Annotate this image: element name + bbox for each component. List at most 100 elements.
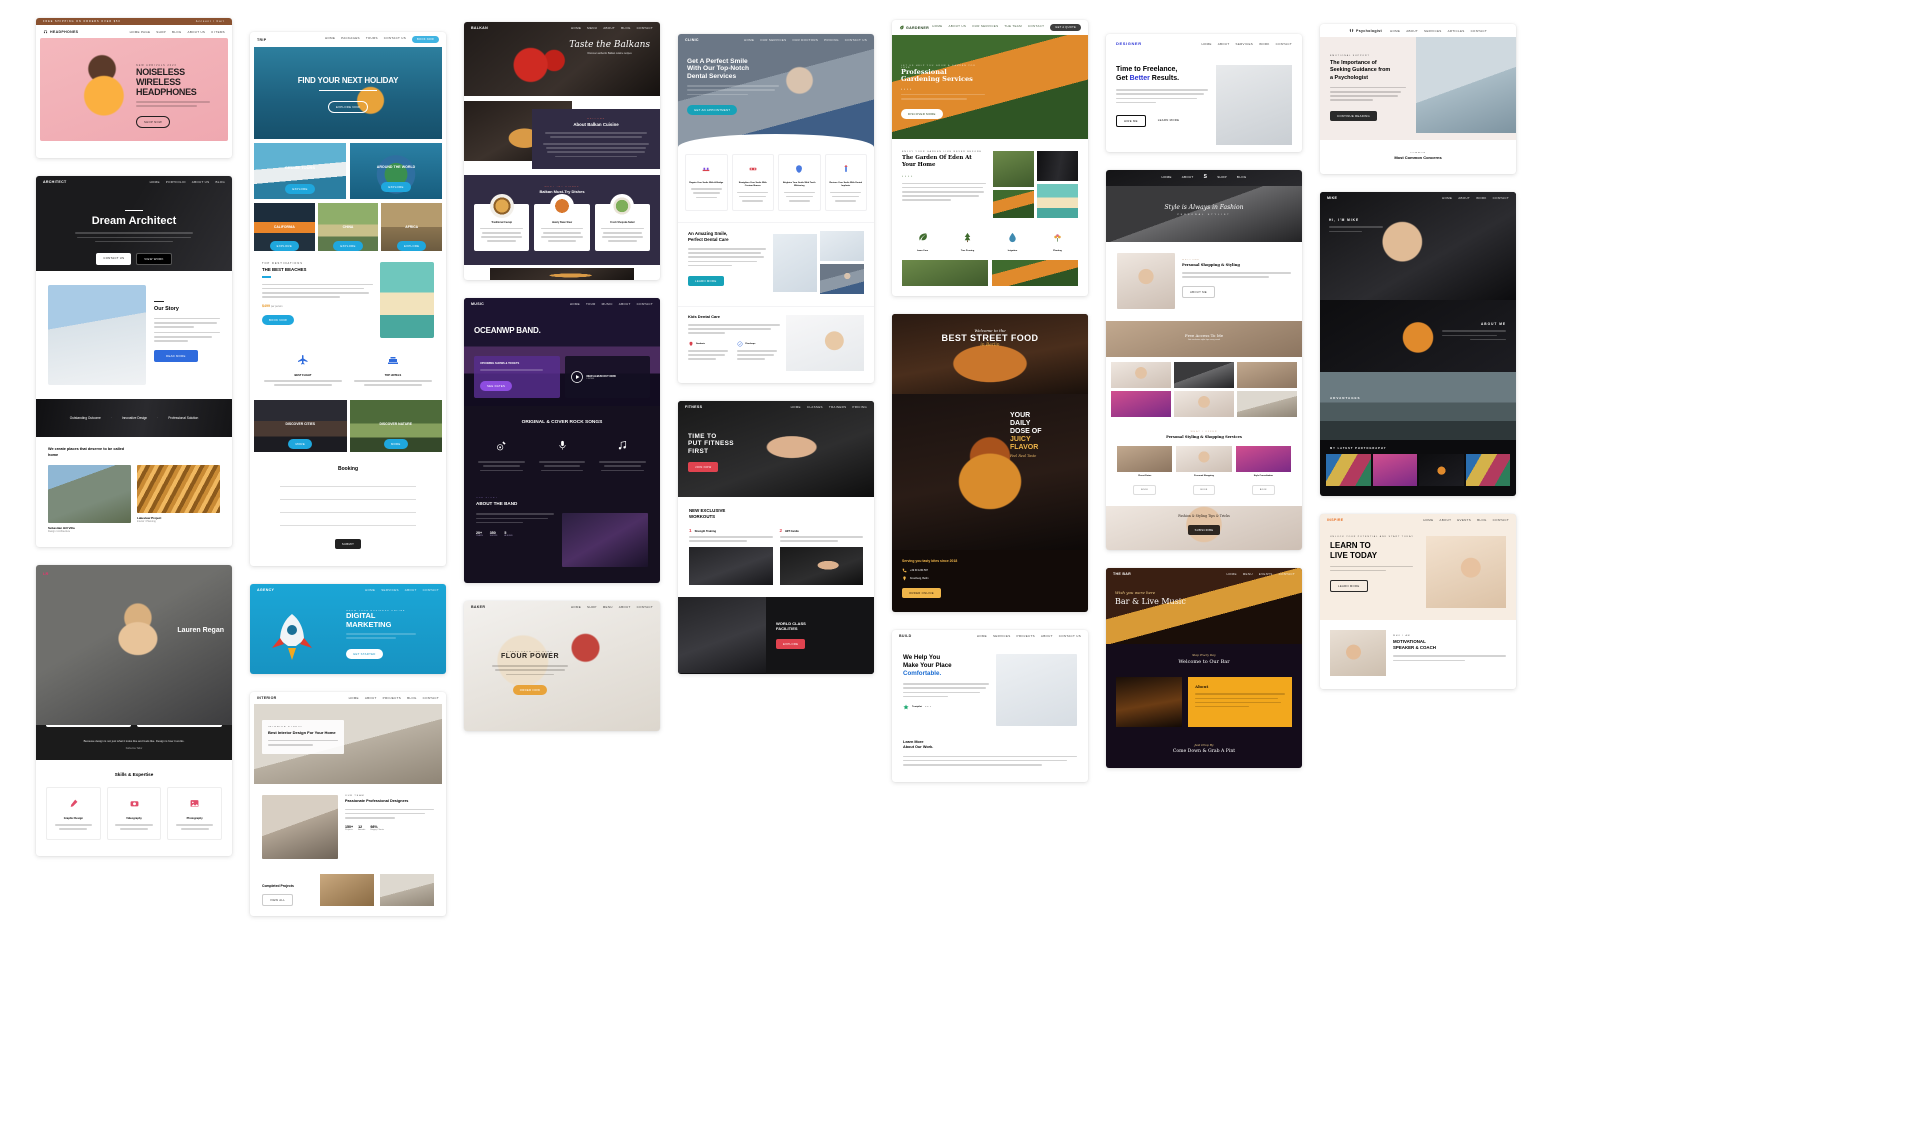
nav-link[interactable]: OUR SERVICES xyxy=(972,24,998,31)
template-card-headphones[interactable]: FREE SHIPPING ON ORDERS OVER $50 Account… xyxy=(36,18,232,158)
nav-link[interactable]: HOME xyxy=(791,405,801,409)
template-card-construction[interactable]: BUILD HOME SERVICES PROJECTS ABOUT CONTA… xyxy=(892,630,1088,783)
service-card[interactable]: Closet Detox BOOK xyxy=(1117,446,1173,496)
project-thumb[interactable] xyxy=(380,874,434,907)
shop-now-button[interactable]: SHOP NOW xyxy=(136,115,170,128)
order-now-button[interactable]: ORDER NOW xyxy=(512,684,548,695)
nav-link[interactable]: MUSIC xyxy=(602,302,613,306)
nav-link[interactable]: HOME xyxy=(1162,175,1172,179)
nav-link[interactable]: BLOG xyxy=(407,696,417,700)
nav-link[interactable]: PRICING xyxy=(824,38,839,42)
nav-link[interactable]: EVENTS xyxy=(1457,518,1471,522)
destination-card[interactable]: CALIFORNIA EXPLORE xyxy=(254,203,315,251)
lookbook-image[interactable] xyxy=(1111,362,1171,388)
site-logo[interactable]: CLINIC xyxy=(685,38,699,42)
gallery-card[interactable] xyxy=(992,260,1078,286)
nav-links[interactable]: HOME PORTFOLIO ABOUT US BLOG xyxy=(150,180,225,184)
photo-thumb[interactable] xyxy=(1372,454,1417,487)
nav-link[interactable]: ABOUT xyxy=(365,696,377,700)
nav-links[interactable]: HOME MENU EVENTS CONTACT xyxy=(1227,572,1295,576)
site-logo[interactable]: BALKAN xyxy=(471,26,488,30)
nav-link[interactable]: HOME xyxy=(571,26,581,30)
book-button[interactable]: BOOK NOW xyxy=(262,314,295,325)
site-logo[interactable]: THE BAR xyxy=(1113,572,1131,576)
booking-field[interactable] xyxy=(280,518,416,527)
nav-link[interactable]: PACKAGES xyxy=(341,36,360,43)
nav-link[interactable]: HOME xyxy=(932,24,942,31)
nav-link[interactable]: EVENTS xyxy=(1259,572,1273,576)
service-card[interactable]: Style Consultation BOOK xyxy=(1235,446,1291,496)
dish-card[interactable]: Hearty Bean Stew xyxy=(534,193,590,251)
nav-link[interactable]: MENU xyxy=(1243,572,1253,576)
nav-link[interactable]: HOME xyxy=(1201,42,1211,46)
nav-link[interactable]: BLOG xyxy=(1237,175,1247,179)
template-card-dental[interactable]: CLINIC HOME OUR SERVICES OUR DOCTORS PRI… xyxy=(678,34,874,384)
photo-thumb[interactable] xyxy=(1326,454,1371,487)
promo-card[interactable]: CRUISE TOURS EXPLORE xyxy=(254,143,346,199)
nav-link[interactable]: ABOUT xyxy=(1458,196,1470,200)
nav-links[interactable]: HOME TOUR MUSIC ABOUT CONTACT xyxy=(570,302,653,306)
nav-link[interactable]: CONTACT US xyxy=(384,36,406,43)
project-thumb[interactable] xyxy=(320,874,374,907)
workout-item[interactable]: 1 Strength Training xyxy=(689,528,773,585)
promo-button[interactable]: EXPLORE xyxy=(285,184,315,194)
nav-link[interactable]: ABOUT US xyxy=(192,180,210,184)
hero-card-button[interactable]: SEE DATES xyxy=(480,380,513,391)
booking-field[interactable] xyxy=(280,479,416,488)
dish-card[interactable]: Fresh Shopska Salad xyxy=(594,193,650,251)
nav-link[interactable]: PROJECTS xyxy=(1017,634,1035,638)
skill-card[interactable]: Videography xyxy=(106,786,162,841)
learn-more-button[interactable]: LEARN MORE xyxy=(1151,115,1187,127)
nav-link[interactable]: CONTACT xyxy=(1028,24,1044,31)
cart-link[interactable]: 0 ITEMS xyxy=(211,30,225,34)
lookbook-image[interactable] xyxy=(1111,391,1171,417)
submit-button[interactable]: SUBMIT xyxy=(334,539,362,550)
nav-link[interactable]: CONTACT xyxy=(637,302,653,306)
join-now-button[interactable]: JOIN NOW xyxy=(688,461,719,472)
lookbook-image[interactable] xyxy=(1237,362,1297,388)
nav-link[interactable]: CONTACT xyxy=(637,26,653,30)
nav-link[interactable]: TOURS xyxy=(366,36,378,43)
project-item[interactable]: Sebastian Hill Villa Design / Architectu… xyxy=(48,465,131,533)
tile-card[interactable]: DISCOVER NATURE MORE xyxy=(349,400,442,453)
photo-thumb[interactable] xyxy=(1419,454,1464,487)
nav-link[interactable]: CONTACT xyxy=(637,605,653,609)
view-all-button[interactable]: VIEW ALL xyxy=(262,894,294,907)
dish-card[interactable]: Traditional Cevapi xyxy=(474,193,530,251)
template-card-psychologist[interactable]: Psychologist HOME ABOUT SERVICES ARTICLE… xyxy=(1320,24,1516,175)
nav-link[interactable]: BLOG xyxy=(1477,518,1487,522)
nav-link[interactable]: ABOUT xyxy=(1439,518,1451,522)
template-card-street-food[interactable]: Welcome to the BEST STREET FOOD in Berli… xyxy=(892,314,1088,612)
explore-button[interactable]: EXPLORE NOW xyxy=(327,100,369,113)
nav-link[interactable]: HOME xyxy=(365,588,375,592)
lookbook-image[interactable] xyxy=(1174,362,1234,388)
template-card-interior[interactable]: INTERIOR HOME ABOUT PROJECTS BLOG CONTAC… xyxy=(250,692,446,917)
nav-link[interactable]: CONTACT US xyxy=(1059,634,1081,638)
destination-button[interactable]: EXPLORE xyxy=(269,241,299,251)
site-logo[interactable]: BAKER xyxy=(471,605,485,609)
tile-card[interactable]: DISCOVER CITIES MORE xyxy=(254,400,347,453)
nav-link[interactable]: OUR DOCTORS xyxy=(792,38,818,42)
service-card[interactable]: Brighten Your Smile With Teeth Whitening xyxy=(778,154,821,212)
nav-link[interactable]: SHOP xyxy=(587,605,597,609)
skill-card[interactable]: Photography xyxy=(167,786,223,841)
nav-link[interactable]: ABOUT xyxy=(619,605,631,609)
nav-link[interactable]: TOUR xyxy=(586,302,596,306)
template-card-fashion[interactable]: HOME ABOUT S SHOP BLOG Style is Always i… xyxy=(1106,170,1302,551)
site-logo[interactable]: MUSIC xyxy=(471,302,484,306)
hero-card-button[interactable]: LISTEN xyxy=(587,378,616,380)
site-logo[interactable]: INTERIOR xyxy=(257,696,277,700)
order-phone[interactable]: +49 30 1234 567 xyxy=(902,568,1078,573)
book-button[interactable]: BOOK xyxy=(1192,485,1216,496)
nav-link[interactable]: SHOP xyxy=(1217,175,1227,179)
nav-links[interactable]: HOME MENU ABOUT BLOG CONTACT xyxy=(571,26,653,30)
nav-link[interactable]: WORK xyxy=(1259,42,1270,46)
nav-link[interactable]: HOME PAGE xyxy=(130,30,151,34)
booking-field[interactable] xyxy=(280,505,416,514)
nav-link[interactable]: HOME xyxy=(571,605,581,609)
nav-links[interactable]: HOME PAGE SHOP BLOG ABOUT US 0 ITEMS xyxy=(130,30,225,34)
nav-links[interactable]: HOME ABOUT PROJECTS BLOG CONTACT xyxy=(349,696,439,700)
nav-link[interactable]: HOME xyxy=(349,696,359,700)
photo-thumb[interactable] xyxy=(1465,454,1510,487)
nav-link[interactable]: HOME xyxy=(325,36,335,43)
